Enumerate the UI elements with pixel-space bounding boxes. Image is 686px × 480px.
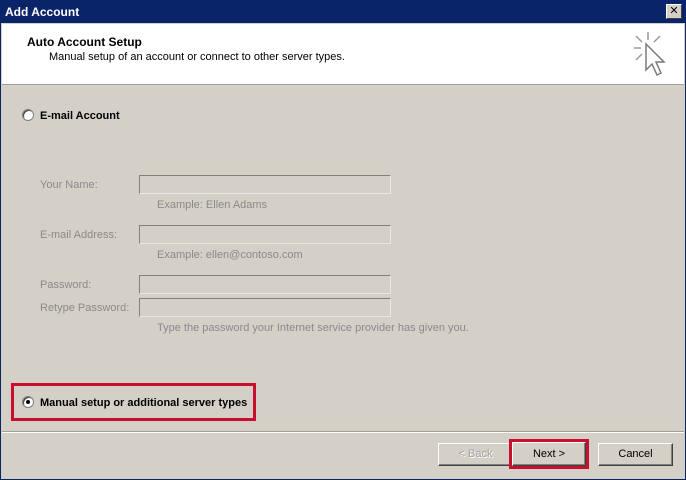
- close-icon: ✕: [669, 4, 679, 17]
- header-subtitle: Manual setup of an account or connect to…: [49, 51, 345, 63]
- cursor-click-icon: [634, 32, 666, 77]
- close-button[interactable]: ✕: [666, 4, 682, 19]
- your-name-hint: Example: Ellen Adams: [157, 199, 268, 211]
- manual-setup-radio[interactable]: [22, 396, 34, 408]
- next-button[interactable]: Next >: [512, 442, 586, 466]
- manual-setup-label[interactable]: Manual setup or additional server types: [40, 397, 247, 409]
- retype-password-label: Retype Password:: [40, 302, 130, 314]
- header-title: Auto Account Setup: [27, 35, 142, 49]
- wizard-header: Auto Account Setup Manual setup of an ac…: [2, 24, 684, 85]
- your-name-input[interactable]: [139, 175, 391, 194]
- email-account-radio[interactable]: [22, 109, 34, 121]
- back-button[interactable]: < Back: [438, 443, 513, 466]
- retype-password-input[interactable]: [139, 298, 391, 317]
- password-label: Password:: [40, 279, 92, 291]
- password-hint: Type the password your Internet service …: [157, 322, 469, 334]
- email-address-hint: Example: ellen@contoso.com: [157, 249, 303, 261]
- your-name-label: Your Name:: [40, 179, 98, 191]
- title-bar: Add Account ✕: [1, 1, 685, 23]
- window-title: Add Account: [5, 5, 80, 19]
- add-account-dialog: Add Account ✕ Auto Account Setup Manual …: [0, 0, 686, 480]
- cancel-button[interactable]: Cancel: [598, 443, 673, 466]
- footer-separator: [2, 431, 684, 433]
- email-address-input[interactable]: [139, 225, 391, 244]
- email-account-label[interactable]: E-mail Account: [40, 110, 120, 122]
- email-address-label: E-mail Address:: [40, 229, 118, 241]
- password-input[interactable]: [139, 275, 391, 294]
